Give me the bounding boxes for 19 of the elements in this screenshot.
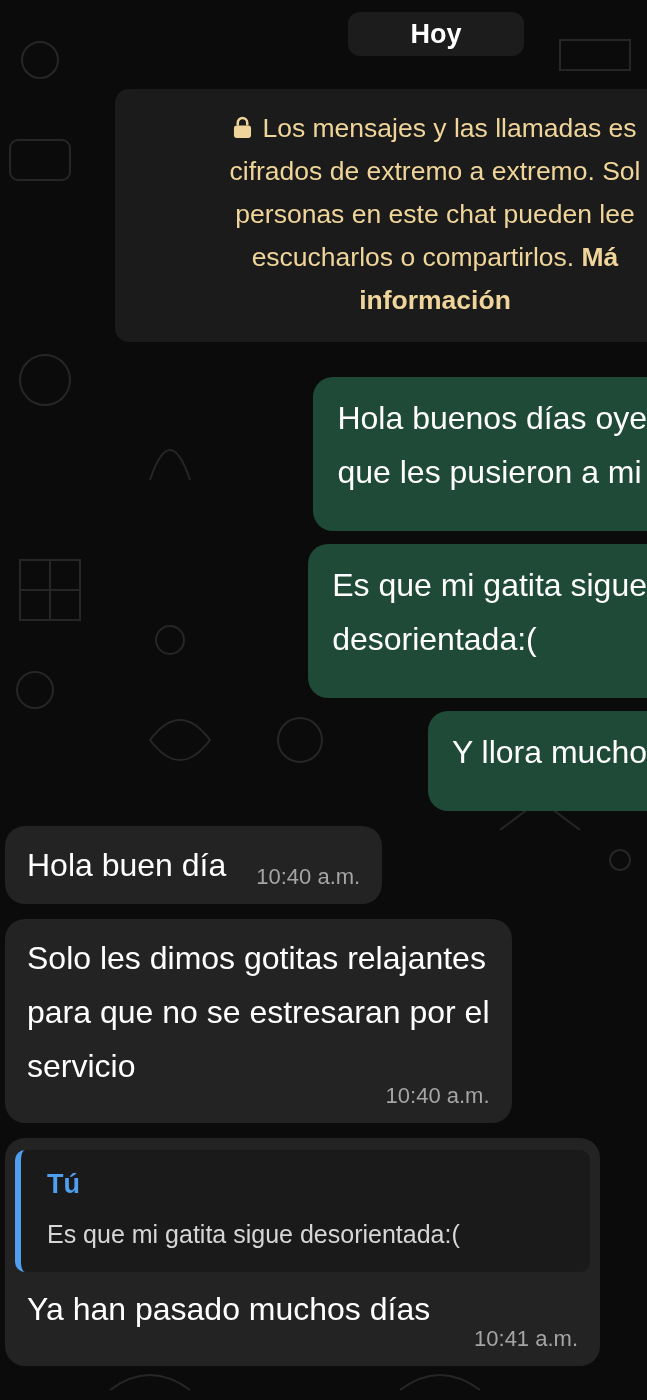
message-text: Solo les dimos gotitas relajantes — [27, 939, 487, 978]
message-time: 10:40 a.m. — [256, 863, 361, 891]
message-text: Y llora mucho — [451, 733, 647, 772]
message-text: que les pusieron a mi — [337, 453, 643, 492]
message-text: servicio — [27, 1047, 137, 1086]
date-label: Hoy — [348, 12, 524, 56]
quote-author: Tú — [47, 1168, 81, 1201]
message-text: Es que mi gatita sigue — [332, 566, 647, 605]
quote-text: Es que mi gatita sigue desorientada:( — [47, 1219, 461, 1250]
message-text: Ya han pasado muchos días — [26, 1290, 432, 1329]
encryption-notice: Los mensajes y las llamadas es cifrados de extremo a extremo. Sol personas en este chat pueden lee escucharlos o compartirlos. Má información — [228, 112, 642, 317]
message-text: Hola buenos días oye — [337, 399, 647, 438]
message-time: 10:41 a.m. — [474, 1325, 578, 1353]
message-text: desorientada:( — [332, 620, 538, 659]
message-time: 10:40 a.m. — [385, 1082, 490, 1110]
quoted-message[interactable]: Tú Es que mi gatita sigue desorientada:( — [15, 1150, 590, 1272]
message-text: para que no se estresaran por el — [27, 993, 490, 1032]
message-text: Hola buen día — [27, 846, 227, 885]
lock-icon — [233, 116, 253, 139]
